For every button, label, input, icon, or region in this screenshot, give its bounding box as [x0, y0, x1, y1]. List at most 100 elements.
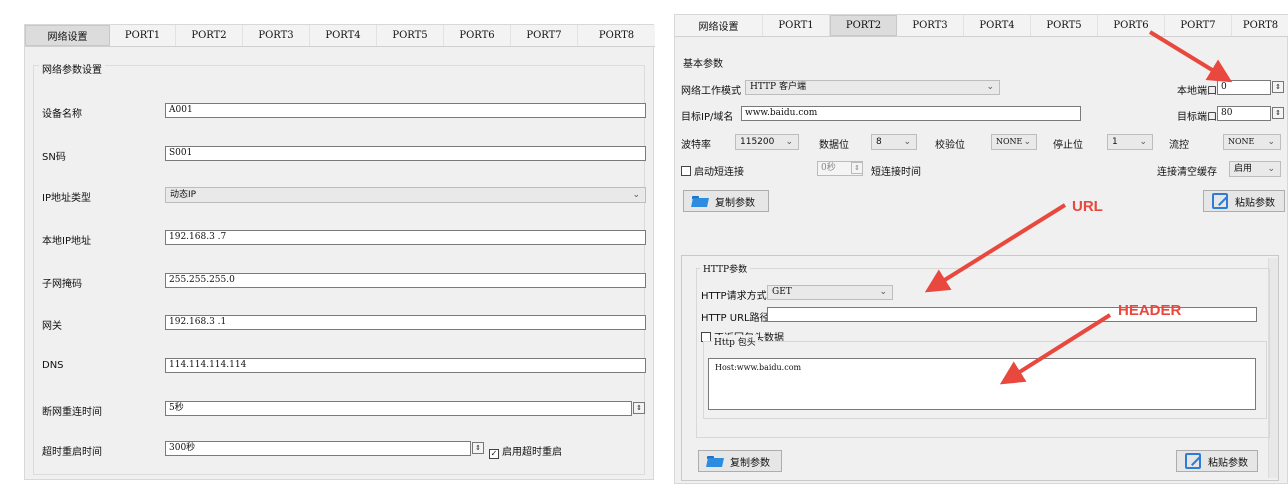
clear-cache-value: 启用 — [1234, 164, 1253, 174]
work-mode-select[interactable]: HTTP 客户端 ⌄ — [745, 80, 1000, 95]
timeout-restart-label: 超时重启时间 — [42, 447, 102, 458]
edit-icon — [1212, 193, 1228, 209]
work-mode-value: HTTP 客户端 — [750, 82, 806, 92]
http-params-title: HTTP参数 — [700, 262, 751, 275]
http-header-title: Http 包头 — [712, 335, 758, 348]
stopbits-select[interactable]: 1 ⌄ — [1107, 134, 1153, 150]
target-port-label: 目标端口 — [1177, 112, 1217, 123]
checkbox-unchecked-icon — [681, 166, 691, 176]
chevron-down-icon: ⌄ — [785, 137, 793, 147]
stopbits-value: 1 — [1112, 137, 1118, 147]
parity-select[interactable]: NONE ⌄ — [991, 134, 1037, 150]
tab-port3[interactable]: PORT3 — [897, 15, 964, 36]
short-conn-checkbox[interactable]: 启动短连接 — [681, 163, 744, 178]
databits-select[interactable]: 8 ⌄ — [871, 134, 917, 150]
reconnect-time-field[interactable]: 5秒 — [165, 401, 632, 416]
reconnect-spin-icon[interactable]: ⇕ — [633, 402, 645, 414]
tab-port8[interactable]: PORT8 — [1232, 15, 1288, 36]
gateway-field[interactable]: 192.168.3 .1 — [165, 315, 646, 330]
http-header-textarea[interactable]: Host:www.baidu.com — [708, 358, 1256, 410]
local-port-field[interactable]: 0 — [1217, 80, 1271, 95]
tab-port6[interactable]: PORT6 — [1098, 15, 1165, 36]
tab-port8[interactable]: PORT8 — [578, 25, 655, 46]
header-annotation: HEADER — [1118, 302, 1182, 319]
http-header-group: Http 包头 Host:www.baidu.com — [703, 335, 1267, 419]
target-port-field[interactable]: 80 — [1217, 106, 1271, 121]
sn-field[interactable]: S001 — [165, 146, 646, 161]
parity-label: 校验位 — [935, 140, 965, 151]
timeout-restart-field[interactable]: 300秒 — [165, 441, 471, 456]
tab-port7[interactable]: PORT7 — [511, 25, 578, 46]
tab-port2[interactable]: PORT2 — [176, 25, 243, 46]
chevron-down-icon: ⌄ — [879, 287, 887, 297]
http-url-label: HTTP URL路径 — [701, 313, 770, 324]
local-ip-field[interactable]: 192.168.3 .7 — [165, 230, 646, 245]
tab-port6[interactable]: PORT6 — [444, 25, 511, 46]
http-method-select[interactable]: GET ⌄ — [767, 285, 893, 300]
tab-port2[interactable]: PORT2 — [830, 15, 897, 36]
baud-value: 115200 — [740, 137, 775, 147]
tab-port7[interactable]: PORT7 — [1165, 15, 1232, 36]
target-port-spin-icon[interactable]: ⇕ — [1272, 107, 1284, 119]
sn-label: SN码 — [42, 152, 66, 163]
tab-port4[interactable]: PORT4 — [964, 15, 1031, 36]
folder-icon — [692, 195, 708, 207]
http-copy-params-button[interactable]: 复制参数 — [698, 450, 782, 472]
subnet-mask-field[interactable]: 255.255.255.0 — [165, 273, 646, 288]
device-name-field[interactable]: A001 — [165, 103, 646, 118]
tab-network-settings[interactable]: 网络设置 — [25, 25, 110, 46]
stopbits-label: 停止位 — [1053, 140, 1083, 151]
short-conn-spin-icon[interactable]: ⇕ — [851, 162, 863, 174]
http-url-field[interactable] — [767, 307, 1257, 322]
paste-params-button[interactable]: 粘贴参数 — [1203, 190, 1285, 212]
right-tab-bar: 网络设置 PORT1 PORT2 PORT3 PORT4 PORT5 PORT6… — [675, 15, 1288, 37]
url-annotation: URL — [1072, 198, 1103, 215]
tab-port3[interactable]: PORT3 — [243, 25, 310, 46]
paste-params-label: 粘贴参数 — [1235, 197, 1275, 209]
flow-select[interactable]: NONE ⌄ — [1223, 134, 1281, 150]
ip-type-value: 动态IP — [170, 190, 197, 200]
subnet-mask-label: 子网掩码 — [42, 279, 82, 290]
copy-params-label: 复制参数 — [715, 197, 755, 209]
http-params-group: HTTP请求方式 GET ⌄ HTTP URL路径 不返回包头数据 Http 包… — [696, 268, 1270, 438]
http-params-box: HTTP参数 HTTP请求方式 GET ⌄ HTTP URL路径 不返回包头数据… — [681, 255, 1279, 481]
baud-label: 波特率 — [681, 140, 711, 151]
databits-value: 8 — [876, 137, 882, 147]
network-params-group-title: 网络参数设置 — [39, 61, 105, 76]
short-conn-time-label: 短连接时间 — [871, 167, 921, 178]
copy-params-button[interactable]: 复制参数 — [683, 190, 769, 212]
tab-port1[interactable]: PORT1 — [763, 15, 830, 36]
tab-port5[interactable]: PORT5 — [1031, 15, 1098, 36]
flow-value: NONE — [1228, 137, 1255, 146]
clear-cache-select[interactable]: 启用 ⌄ — [1229, 161, 1281, 177]
target-ip-field[interactable]: www.baidu.com — [741, 106, 1081, 121]
tab-port4[interactable]: PORT4 — [310, 25, 377, 46]
network-settings-panel: 网络设置 PORT1 PORT2 PORT3 PORT4 PORT5 PORT6… — [24, 24, 655, 480]
local-ip-label: 本地IP地址 — [42, 236, 91, 247]
timeout-spin-icon[interactable]: ⇕ — [472, 442, 484, 454]
http-method-value: GET — [772, 287, 792, 297]
short-conn-label: 启动短连接 — [694, 167, 744, 178]
basic-params-title: 基本参数 — [683, 59, 723, 70]
chevron-down-icon: ⌄ — [1267, 164, 1275, 174]
http-copy-params-label: 复制参数 — [730, 457, 770, 469]
ip-type-select[interactable]: 动态IP ⌄ — [165, 187, 646, 203]
databits-label: 数据位 — [819, 140, 849, 151]
tab-network-settings[interactable]: 网络设置 — [675, 15, 763, 36]
local-port-spin-icon[interactable]: ⇕ — [1272, 81, 1284, 93]
parity-value: NONE — [996, 137, 1023, 146]
port-settings-panel: 网络设置 PORT1 PORT2 PORT3 PORT4 PORT5 PORT6… — [674, 14, 1288, 484]
http-paste-params-button[interactable]: 粘贴参数 — [1176, 450, 1258, 472]
edit-icon — [1185, 453, 1201, 469]
http-paste-params-label: 粘贴参数 — [1208, 457, 1248, 469]
ip-type-label: IP地址类型 — [42, 193, 91, 204]
tab-port5[interactable]: PORT5 — [377, 25, 444, 46]
chevron-down-icon: ⌄ — [903, 137, 911, 147]
dns-field[interactable]: 114.114.114.114 — [165, 358, 646, 373]
tab-port1[interactable]: PORT1 — [110, 25, 176, 46]
device-name-label: 设备名称 — [42, 109, 82, 120]
checkbox-checked-icon: ✓ — [489, 449, 499, 459]
baud-select[interactable]: 115200 ⌄ — [735, 134, 799, 150]
timeout-restart-checkbox[interactable]: ✓ 启用超时重启 — [489, 443, 562, 459]
clear-cache-label: 连接清空缓存 — [1157, 167, 1217, 178]
